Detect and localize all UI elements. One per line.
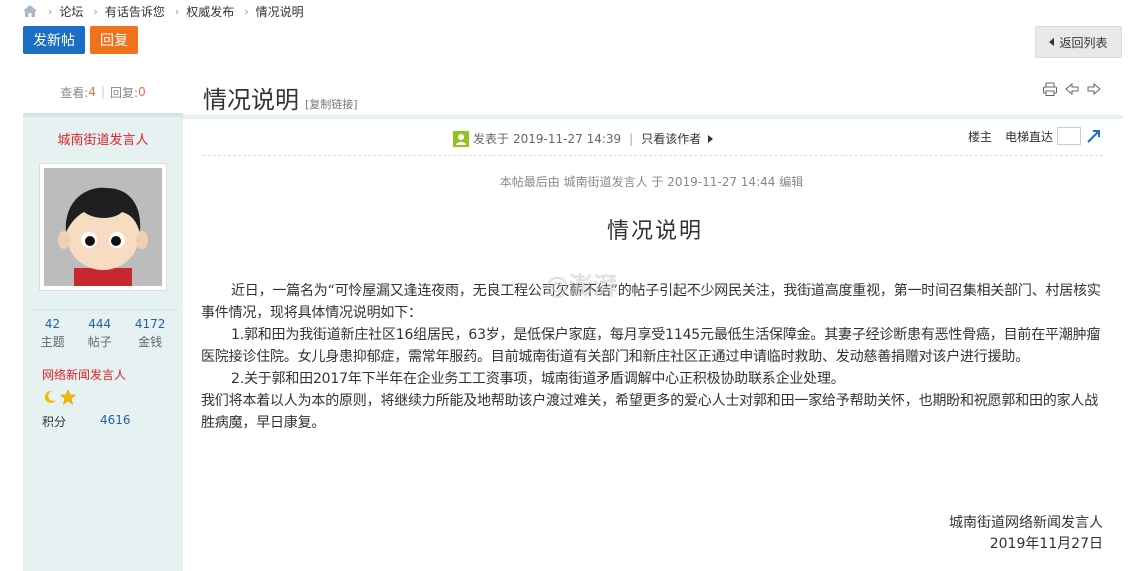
print-icon[interactable] — [1042, 81, 1058, 97]
post-paragraph: 近日，一篇名为“可怜屋漏又逢连夜雨，无良工程公司欠薪不结”的帖子引起不少网民关注… — [201, 283, 1101, 321]
author-stats: 42 主题 444 帖子 4172 金钱 — [29, 309, 177, 350]
author-sidebar: 查看: 4 | 回复: 0 城南街道发言人 42 主题 444 帖子 4172 … — [23, 71, 183, 571]
replies-label: 回复: — [110, 85, 139, 100]
stat-label: 主题 — [40, 335, 65, 349]
user-group[interactable]: 网络新闻发言人 — [42, 366, 183, 383]
home-icon[interactable] — [22, 4, 38, 18]
chevron-right-icon: › — [244, 4, 249, 18]
breadcrumb-board[interactable]: 有话告诉您 — [105, 3, 165, 20]
floor-tools: 楼主 电梯直达 — [968, 127, 1103, 145]
floor-number-input[interactable] — [1057, 127, 1081, 145]
thread-counts: 查看: 4 | 回复: 0 — [23, 71, 183, 117]
chevron-right-icon: › — [93, 4, 98, 18]
signature-date: 2019年11月27日 — [989, 536, 1103, 552]
chevron-right-icon: › — [174, 4, 180, 18]
next-thread-icon[interactable] — [1086, 81, 1102, 97]
posted-time: 2019-11-27 14:39 — [513, 131, 622, 146]
signature-name: 城南街道网络新闻发言人 — [949, 515, 1103, 531]
stat-topics[interactable]: 42 主题 — [41, 317, 65, 350]
stat-value: 42 — [44, 317, 61, 331]
score-value: 4616 — [100, 413, 131, 427]
breadcrumb-forum[interactable]: 论坛 — [59, 3, 83, 20]
forum-page: › 论坛 › 有话告诉您 › 权威发布 › 情况说明 发新帖 回复 返回列表 查… — [0, 0, 1133, 571]
stat-value: 4172 — [134, 317, 166, 331]
divider: | — [629, 131, 634, 146]
moon-icon — [44, 390, 56, 403]
post-paragraph: 2.关于郭和田2017年下半年在企业务工工资事项，城南街道矛盾调解中心正积极协助… — [231, 371, 845, 387]
thread-tools — [1042, 81, 1102, 97]
views-count: 4 — [88, 85, 96, 99]
posted-prefix: 发表于 — [473, 132, 510, 146]
post-paragraph: 1.郭和田为我街道新庄社区16组居民，63岁，是低保户家庭，每月享受1145元最… — [201, 327, 1101, 365]
stat-label: 金钱 — [138, 335, 163, 349]
thread-title: 情况说明 — [203, 86, 299, 114]
only-author-link[interactable]: 只看该作者 — [641, 130, 701, 147]
divider: | — [100, 85, 106, 99]
new-post-button[interactable]: 发新帖 — [23, 26, 85, 54]
title-divider — [183, 115, 1123, 119]
score-row: 积分 4616 — [42, 413, 183, 430]
post-signature: 城南街道网络新闻发言人 2019年11月27日 — [949, 513, 1103, 555]
meta-divider — [203, 155, 1103, 156]
caret-left-icon — [1049, 38, 1055, 46]
back-to-list-label: 返回列表 — [1059, 35, 1108, 50]
stat-posts[interactable]: 444 帖子 — [88, 317, 112, 350]
stat-money[interactable]: 4172 金钱 — [135, 317, 166, 350]
back-to-list-button[interactable]: 返回列表 — [1035, 26, 1122, 58]
thread-title-row: 情况说明 [复制链接] — [203, 80, 358, 115]
post-body: 近日，一篇名为“可怜屋漏又逢连夜雨，无良工程公司欠薪不结”的帖子引起不少网民关注… — [201, 280, 1103, 434]
post-paragraph: 我们将本着以人为本的原则，将继续力所能及地帮助该户渡过难关，希望更多的爱心人士对… — [201, 393, 1098, 431]
star-icon — [60, 389, 76, 405]
watermark: @澎湃 — [545, 272, 617, 300]
rank-medals — [42, 389, 183, 405]
breadcrumb-category[interactable]: 权威发布 — [186, 3, 234, 20]
edit-note: 本帖最后由 城南街道发言人 于 2019-11-27 14:44 编辑 — [499, 175, 804, 189]
breadcrumb: › 论坛 › 有话告诉您 › 权威发布 › 情况说明 — [22, 2, 304, 20]
post-heading: 情况说明 — [606, 219, 703, 244]
go-arrow-icon[interactable] — [1085, 127, 1103, 145]
chevron-right-icon: › — [48, 4, 53, 18]
views-label: 查看: — [60, 85, 89, 100]
copy-link[interactable]: [复制链接] — [305, 96, 358, 112]
floor-label: 楼主 — [967, 129, 992, 144]
score-label: 积分 — [42, 415, 67, 429]
replies-count: 0 — [138, 85, 146, 99]
elevator-label: 电梯直达 — [1004, 129, 1053, 144]
breadcrumb-current: 情况说明 — [255, 4, 304, 19]
stat-label: 帖子 — [87, 335, 112, 349]
caret-right-icon — [708, 134, 714, 143]
previous-thread-icon[interactable] — [1064, 81, 1080, 97]
author-name[interactable]: 城南街道发言人 — [23, 129, 183, 148]
reply-button[interactable]: 回复 — [90, 26, 138, 54]
online-user-icon — [453, 130, 469, 147]
post-meta: 发表于 2019-11-27 14:39 | 只看该作者 — [453, 130, 714, 147]
stat-value: 444 — [88, 317, 112, 331]
